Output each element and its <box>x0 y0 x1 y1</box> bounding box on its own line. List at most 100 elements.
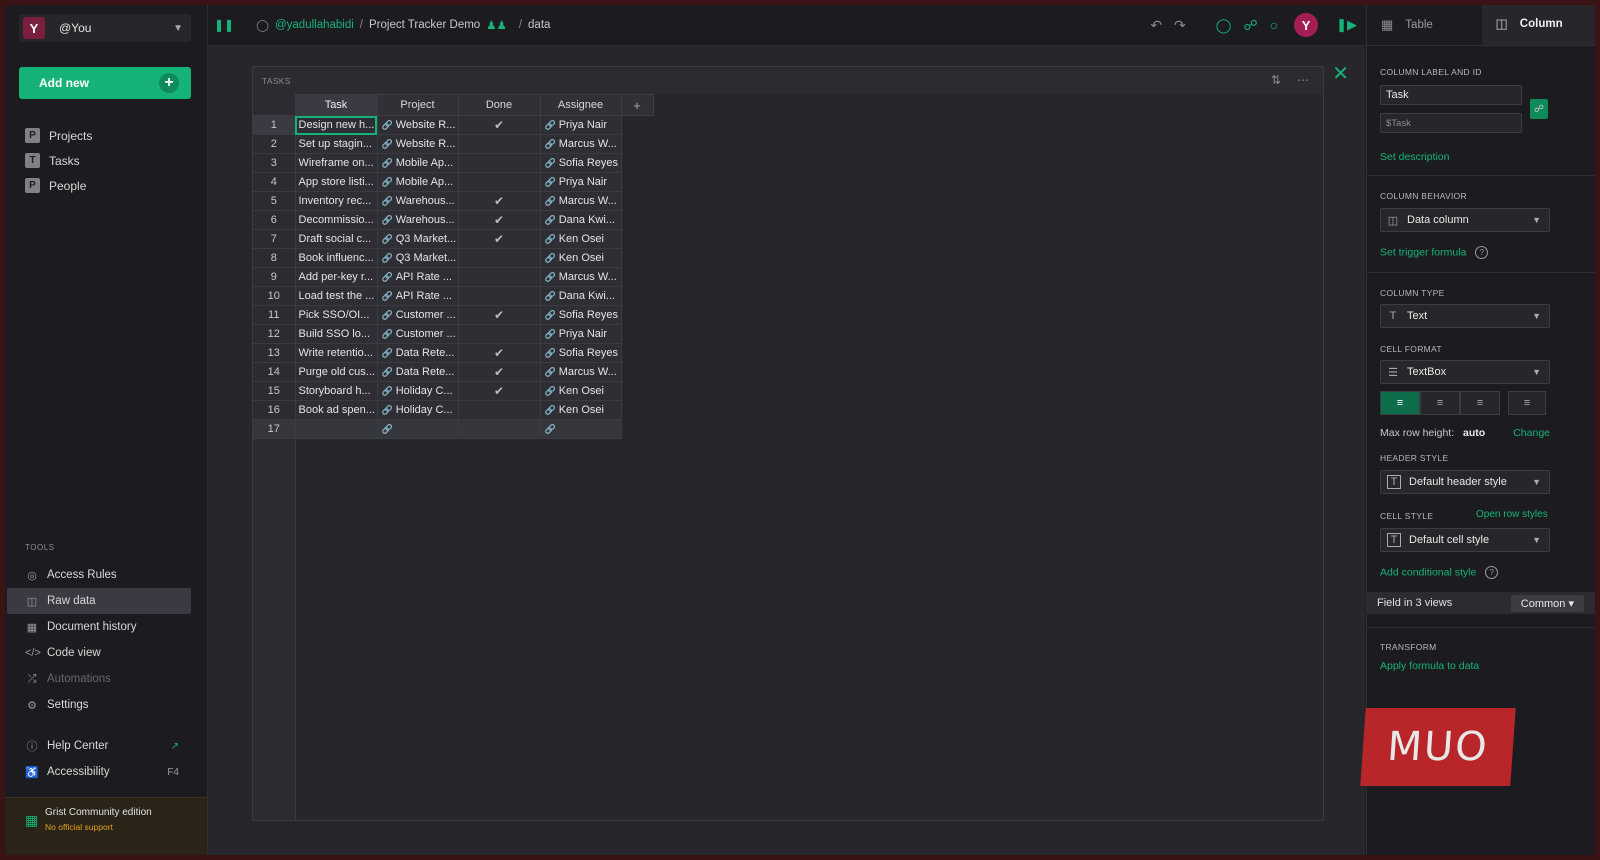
help-icon[interactable]: ? <box>1485 566 1499 579</box>
cell-style-select[interactable]: T Default cell style ▼ <box>1380 528 1550 552</box>
column-id-input[interactable]: $Task <box>1380 113 1522 133</box>
toggle-left-panel-icon[interactable]: ❚❚ <box>214 18 234 32</box>
align-left-icon[interactable]: ≡ <box>1380 391 1420 415</box>
cell-project[interactable]: 🔗 Mobile Ap... <box>376 153 459 173</box>
cell-done[interactable] <box>457 400 541 420</box>
row-number[interactable]: 11 <box>253 305 296 325</box>
cell-project[interactable]: 🔗 Holiday C... <box>376 381 459 401</box>
row-number[interactable]: 15 <box>253 381 296 401</box>
column-header-done[interactable]: Done <box>457 94 541 116</box>
cell-assignee[interactable]: 🔗 Dana Kwi... <box>539 210 622 230</box>
breadcrumb-workspace[interactable]: @yadullahabidi <box>275 19 354 31</box>
cell-done[interactable] <box>457 267 541 287</box>
cell-done[interactable]: ✔ <box>457 115 541 135</box>
row-number[interactable]: 7 <box>253 229 296 249</box>
set-trigger-formula-link[interactable]: Set trigger formula <box>1380 246 1466 258</box>
add-conditional-style-link[interactable]: Add conditional style <box>1380 566 1476 578</box>
cell-project[interactable]: 🔗 Warehous... <box>376 210 459 230</box>
cell-task[interactable]: Design new h... <box>294 115 378 135</box>
tool-document-history[interactable]: ▦ Document history <box>7 614 191 640</box>
breadcrumb-page[interactable]: data <box>528 19 550 31</box>
undo-icon[interactable]: ↶ <box>1150 17 1162 34</box>
open-row-styles-link[interactable]: Open row styles <box>1476 509 1548 520</box>
cell-task[interactable] <box>294 419 378 439</box>
align-center-icon[interactable]: ≡ <box>1420 391 1460 415</box>
cell-project[interactable]: 🔗 Mobile Ap... <box>376 172 459 192</box>
share-icon[interactable]: ☍ <box>1243 17 1257 34</box>
cell-project[interactable]: 🔗 Q3 Market... <box>376 248 459 268</box>
cell-task[interactable]: Book ad spen... <box>294 400 378 420</box>
cell-assignee[interactable]: 🔗 Ken Osei <box>539 248 622 268</box>
header-style-select[interactable]: T Default header style ▼ <box>1380 470 1550 494</box>
breadcrumb-document[interactable]: Project Tracker Demo <box>369 19 480 31</box>
notifications-icon[interactable]: ○ <box>1270 17 1278 33</box>
page-item-people[interactable]: P People <box>25 173 92 198</box>
tool-raw-data[interactable]: ◫ Raw data <box>7 588 191 614</box>
row-number[interactable]: 2 <box>253 134 296 154</box>
sort-filter-icon[interactable]: ⇅ <box>1271 73 1281 87</box>
cell-done[interactable]: ✔ <box>457 343 541 363</box>
row-number[interactable]: 13 <box>253 343 296 363</box>
toggle-right-panel-icon[interactable]: ❚▶ <box>1336 17 1357 33</box>
user-avatar[interactable]: Y <box>1294 13 1319 37</box>
column-header-task[interactable]: Task <box>294 94 378 116</box>
cell-task[interactable]: Storyboard h... <box>294 381 378 401</box>
cell-done[interactable] <box>457 286 541 306</box>
column-behavior-select[interactable]: ◫ Data column ▼ <box>1380 208 1550 232</box>
cell-assignee[interactable]: 🔗 Priya Nair <box>539 324 622 344</box>
cell-project[interactable]: 🔗 API Rate ... <box>376 267 459 287</box>
cell-done[interactable]: ✔ <box>457 229 541 249</box>
community-edition-banner[interactable]: ▦ Grist Community edition No official su… <box>5 797 207 855</box>
cell-project[interactable]: 🔗 Website R... <box>376 115 459 135</box>
help-center-link[interactable]: ⓘ Help Center ↗ <box>7 733 191 759</box>
cell-assignee[interactable]: 🔗 Marcus W... <box>539 134 622 154</box>
cell-done[interactable] <box>457 172 541 192</box>
row-number[interactable]: 3 <box>253 153 296 173</box>
cell-task[interactable]: Purge old cus... <box>294 362 378 382</box>
cell-assignee[interactable]: 🔗 Marcus W... <box>539 267 622 287</box>
cell-task[interactable]: Book influenc... <box>294 248 378 268</box>
row-number[interactable]: 8 <box>253 248 296 268</box>
cell-assignee[interactable]: 🔗 Priya Nair <box>539 172 622 192</box>
cell-assignee[interactable]: 🔗 Sofia Reyes <box>539 305 622 325</box>
cell-project[interactable]: 🔗 Holiday C... <box>376 400 459 420</box>
accessibility-link[interactable]: ♿ Accessibility F4 <box>7 759 191 785</box>
cell-project[interactable]: 🔗 Data Rete... <box>376 362 459 382</box>
column-label-input[interactable]: Task <box>1380 85 1522 105</box>
change-link[interactable]: Change <box>1513 427 1550 439</box>
row-number[interactable]: 12 <box>253 324 296 344</box>
cell-project[interactable]: 🔗 Website R... <box>376 134 459 154</box>
cell-project[interactable]: 🔗 Q3 Market... <box>376 229 459 249</box>
cell-task[interactable]: Inventory rec... <box>294 191 378 211</box>
cell-task[interactable]: Draft social c... <box>294 229 378 249</box>
help-icon[interactable]: ? <box>1475 246 1489 259</box>
cell-done[interactable]: ✔ <box>457 191 541 211</box>
search-icon[interactable]: ◯ <box>1216 17 1232 34</box>
cell-done[interactable]: ✔ <box>457 381 541 401</box>
cell-task[interactable]: Set up stagin... <box>294 134 378 154</box>
tool-access-rules[interactable]: ◎ Access Rules <box>7 562 191 588</box>
cell-assignee[interactable]: 🔗 Marcus W... <box>539 191 622 211</box>
tool-automations[interactable]: ⤮ Automations <box>7 666 191 692</box>
redo-icon[interactable]: ↷ <box>1174 17 1186 34</box>
cell-project[interactable]: 🔗 Warehous... <box>376 191 459 211</box>
cell-assignee[interactable]: 🔗 Ken Osei <box>539 400 622 420</box>
common-settings-dropdown[interactable]: Common ▾ <box>1510 594 1584 612</box>
column-header-project[interactable]: Project <box>376 94 459 116</box>
cell-task[interactable]: Build SSO lo... <box>294 324 378 344</box>
apply-formula-link[interactable]: Apply formula to data <box>1380 660 1479 672</box>
cell-task[interactable]: Add per-key r... <box>294 267 378 287</box>
cell-assignee[interactable]: 🔗 Ken Osei <box>539 381 622 401</box>
cell-task[interactable]: Load test the ... <box>294 286 378 306</box>
cell-project[interactable]: 🔗 Customer ... <box>376 324 459 344</box>
cell-assignee[interactable]: 🔗 Sofia Reyes <box>539 153 622 173</box>
cell-assignee[interactable]: 🔗 Priya Nair <box>539 115 622 135</box>
row-number[interactable]: 10 <box>253 286 296 306</box>
cell-assignee[interactable]: 🔗 Sofia Reyes <box>539 343 622 363</box>
cell-project[interactable]: 🔗 API Rate ... <box>376 286 459 306</box>
page-item-tasks[interactable]: T Tasks <box>25 148 92 173</box>
cell-assignee[interactable]: 🔗 Ken Osei <box>539 229 622 249</box>
tab-table[interactable]: ▦ Table <box>1367 5 1482 45</box>
tool-code-view[interactable]: </> Code view <box>7 640 191 666</box>
cell-done[interactable]: ✔ <box>457 362 541 382</box>
